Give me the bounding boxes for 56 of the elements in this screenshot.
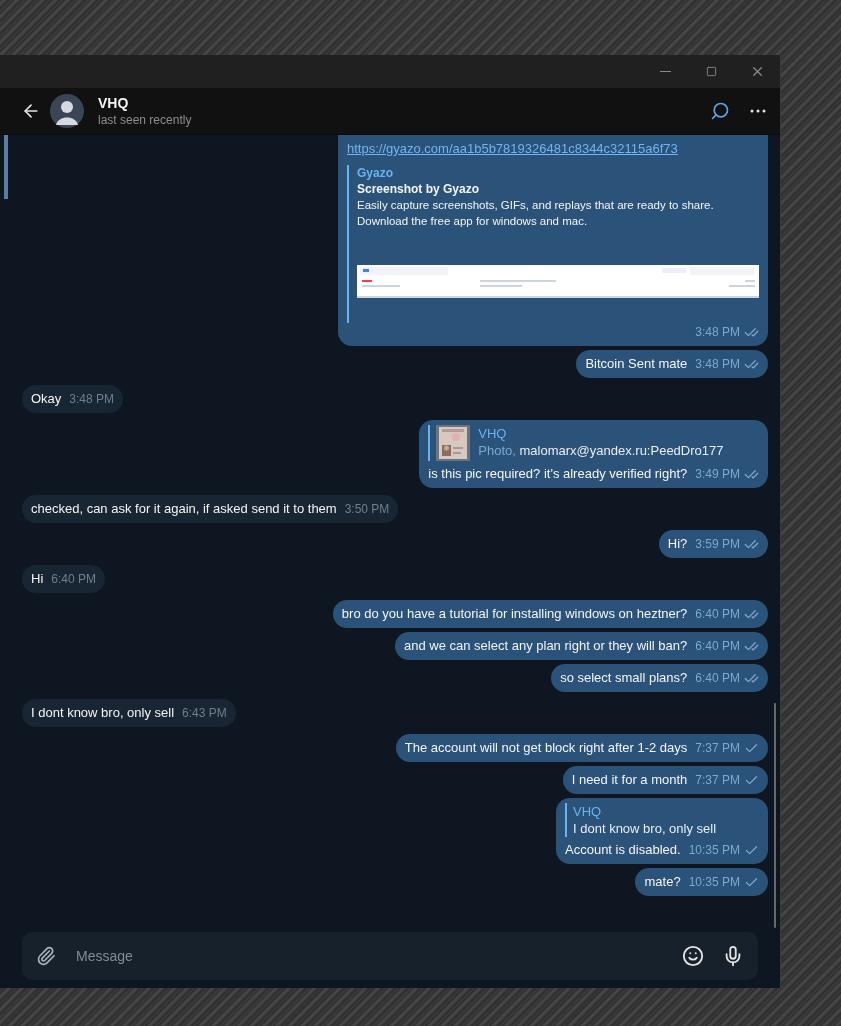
search-icon [710,101,730,121]
paperclip-icon [36,946,56,966]
message-time: 3:48 PM [69,391,115,408]
preview-site: Gyazo [357,165,394,181]
message-text: I need it for a month [571,771,688,789]
scrollbar-thumb[interactable] [774,703,776,928]
message-time: 6:40 PM [695,606,740,623]
reply-media-label: Photo, [478,443,517,458]
message-text: and we can select any plan right or they will ban? [404,637,688,655]
message-text: Hi? [667,535,688,553]
message-text: The account will not get block right after 1-2 days [404,739,688,757]
message-time: 6:40 PM [695,670,740,687]
maximize-icon [705,66,717,77]
message-input[interactable]: Message [76,945,682,967]
message-text: so select small plans? [560,669,688,687]
contact-status: last seen recently [98,111,192,128]
preview-description: Download the free app for windows and mac. [357,214,589,229]
message-time: 10:35 PM [688,842,740,859]
message-time: 6:40 PM [51,571,96,588]
attach-button[interactable] [36,946,56,966]
message-time: 10:35 PM [688,874,740,891]
message-time: 3:49 PM [695,466,740,483]
reply-author: VHQ [573,803,603,820]
preview-title: Screenshot by Gyazo [357,181,481,197]
search-button[interactable] [710,101,730,121]
message-text: Account is disabled. [565,841,681,859]
message-text: Okay [31,390,62,408]
contact-name: VHQ [98,94,130,112]
emoji-button[interactable] [682,945,704,967]
scrollbar-thumb[interactable] [4,135,8,199]
message-text: I dont know bro, only sell [31,704,175,722]
reply-author: VHQ [478,425,508,442]
message-text: Bitcoin Sent mate [585,355,688,373]
message-time: 7:37 PM [695,772,740,789]
minimize-icon [659,71,671,72]
message-time: 3:59 PM [695,536,740,553]
message-text: Hi [31,570,44,588]
link[interactable]: https://gyazo.com/aa1b5b7819326481c8344c32115a6f73 [347,140,759,158]
message-text: bro do you have a tutorial for installing windows on heztner? [341,605,688,623]
message-time: 6:40 PM [695,638,740,655]
emoji-icon [682,945,704,967]
reply-text: I dont know bro, only sell [573,821,717,836]
message-time: 3:50 PM [344,501,390,518]
more-button[interactable] [750,109,766,113]
message-text: is this pic required? it's already verified right? [428,465,688,483]
message-field[interactable]: Message [22,932,758,980]
reply-text: malomarx@yandex.ru:PeedDro177 [519,443,724,458]
message-time: 3:48 PM [695,356,740,373]
message-time: 7:37 PM [695,740,740,757]
more-icon [750,109,766,113]
message-text: checked, can ask for it again, if asked send it to them [31,500,337,518]
message-time: 3:48 PM [695,324,740,341]
preview-description: Easily capture screenshots, GIFs, and replays that are ready to share. [357,198,715,213]
message-time: 6:43 PM [182,705,227,722]
message-text: mate? [644,873,681,891]
avatar [50,94,84,128]
